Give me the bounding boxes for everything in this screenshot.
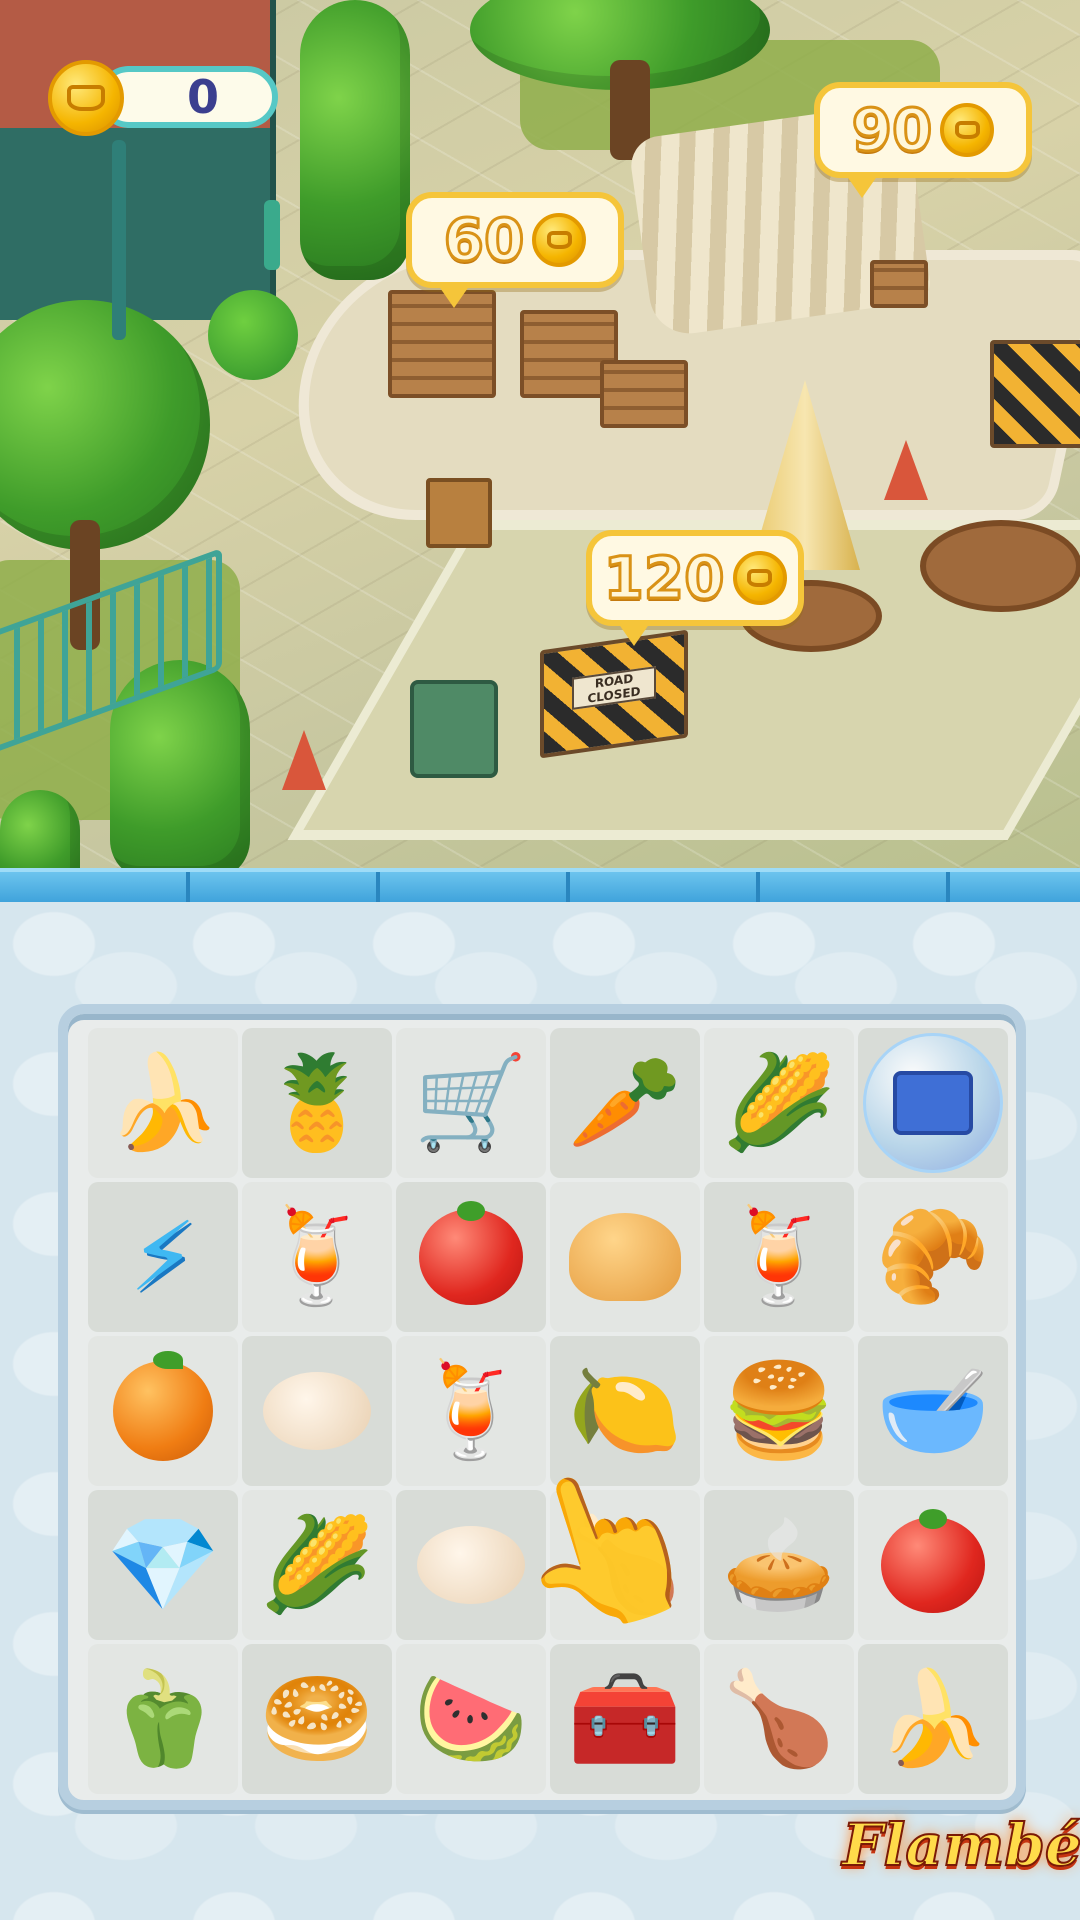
street-scene: ROAD CLOSED 0 60 90 120	[0, 0, 1080, 868]
price-label: 90	[850, 95, 934, 166]
cinnamon-roll-icon: 🥐	[875, 1203, 991, 1310]
gems-icon: 💎	[105, 1511, 221, 1618]
pineapple-icon: 🍍	[259, 1049, 375, 1156]
menu-sign	[426, 478, 492, 548]
board-cell[interactable]: 🥧	[704, 1490, 854, 1640]
banana-icon: 🍌	[105, 1049, 221, 1156]
merge-board: 🍌 🍍 🛒 🥕 🌽 ⚡ 🍹 🍹 🥐 🍹 🍋 🍔 🥣 💎 🌽 🍗 🥧 🫑 🥯 🍉 🧰 🍗 🍌	[58, 1004, 1026, 1810]
board-cell[interactable]: 🍉	[396, 1644, 546, 1794]
pie-icon: 🥧	[721, 1511, 837, 1618]
watermelon-icon: 🍉	[413, 1665, 529, 1772]
board-cell[interactable]: 🍌	[88, 1028, 238, 1178]
bollard	[264, 200, 280, 270]
coin-icon	[732, 551, 787, 605]
tomato-icon	[419, 1201, 523, 1305]
board-cell[interactable]: 🌽	[704, 1028, 854, 1178]
board-cell[interactable]: 🍹	[242, 1182, 392, 1332]
trash-bin	[410, 680, 498, 778]
orange-juice-icon: 🍹	[721, 1203, 837, 1310]
board-cell[interactable]: 🍍	[242, 1028, 392, 1178]
board-cell[interactable]: 🥕	[550, 1028, 700, 1178]
coin-counter: 0	[48, 60, 288, 136]
board-cell[interactable]	[88, 1336, 238, 1486]
coin-count: 0	[186, 70, 219, 124]
fruit-smoothie-icon: 🍹	[413, 1357, 529, 1464]
treasure-chest-icon: 🧰	[567, 1665, 683, 1772]
board-cell[interactable]: 🍗	[704, 1644, 854, 1794]
corn-icon: 🌽	[721, 1049, 837, 1156]
board-cell[interactable]	[550, 1182, 700, 1332]
board-cell[interactable]	[396, 1182, 546, 1332]
banana-icon: 🍌	[875, 1665, 991, 1772]
board-cell[interactable]: 🌽	[242, 1490, 392, 1640]
flambe-logo: Flambé	[841, 1790, 1080, 1900]
board-cell[interactable]: 🫑	[88, 1644, 238, 1794]
tomato-icon	[881, 1509, 985, 1613]
logo-text: Flambé	[841, 1810, 1080, 1880]
board-cell[interactable]	[858, 1028, 1008, 1178]
cafe-building	[0, 0, 276, 320]
traffic-cone	[884, 440, 928, 500]
board-cell[interactable]: 🛒	[396, 1028, 546, 1178]
wooden-crate	[870, 260, 928, 308]
street-lamp	[112, 140, 126, 340]
bacon-burger-icon: 🍔	[721, 1357, 837, 1464]
coin-counter-pill: 0	[98, 66, 278, 128]
price-bubble-cafe[interactable]: 120	[586, 530, 804, 646]
price-label: 60	[442, 205, 526, 276]
produce-crate	[600, 360, 688, 428]
shopping-cart-icon: 🛒	[413, 1049, 529, 1156]
bell-peppers-icon: 🫑	[105, 1665, 221, 1772]
board-cell[interactable]	[858, 1490, 1008, 1640]
striped-barrier	[990, 340, 1080, 448]
traffic-cone	[282, 730, 326, 790]
board-divider	[0, 868, 1080, 906]
road-closed-barrier: ROAD CLOSED	[540, 629, 688, 759]
carrot-icon: 🥕	[567, 1049, 683, 1156]
bun-icon	[569, 1213, 681, 1301]
broken-table	[920, 520, 1080, 612]
board-cell[interactable]: 🥯	[242, 1644, 392, 1794]
egg-icon	[263, 1372, 371, 1450]
board-cell[interactable]: 🍹	[704, 1182, 854, 1332]
road-closed-sign: ROAD CLOSED	[572, 666, 656, 710]
board-cell[interactable]: 🍌	[858, 1644, 1008, 1794]
board-cell[interactable]: ⚡	[88, 1182, 238, 1332]
energy-bolt-icon: ⚡	[129, 1201, 197, 1313]
fruit-smoothie-icon: 🍹	[259, 1203, 375, 1310]
coin-icon	[940, 103, 995, 157]
coin-icon	[532, 213, 587, 267]
cypress-tree	[300, 0, 410, 280]
toolbox-bubble-icon	[863, 1033, 1003, 1173]
toolbox-icon	[893, 1071, 973, 1135]
board-cell[interactable]: 🥣	[858, 1336, 1008, 1486]
price-bubble-stall[interactable]: 90	[814, 82, 1032, 198]
roast-chicken-icon: 🍗	[721, 1665, 837, 1772]
board-cell[interactable]: 🍔	[704, 1336, 854, 1486]
fruit-granola-icon: 🥣	[875, 1357, 991, 1464]
corn-icon: 🌽	[259, 1511, 375, 1618]
bush	[208, 290, 298, 380]
bagels-icon: 🥯	[259, 1665, 375, 1772]
board-cell[interactable]: 💎	[88, 1490, 238, 1640]
board-cell[interactable]: 🥐	[858, 1182, 1008, 1332]
price-bubble-market[interactable]: 60	[406, 192, 624, 308]
orange-icon	[113, 1351, 213, 1461]
board-cell[interactable]	[242, 1336, 392, 1486]
cypress-tree	[0, 790, 80, 868]
coin-icon	[48, 60, 124, 136]
board-cell[interactable]: 🍹	[396, 1336, 546, 1486]
price-label: 120	[602, 543, 726, 614]
